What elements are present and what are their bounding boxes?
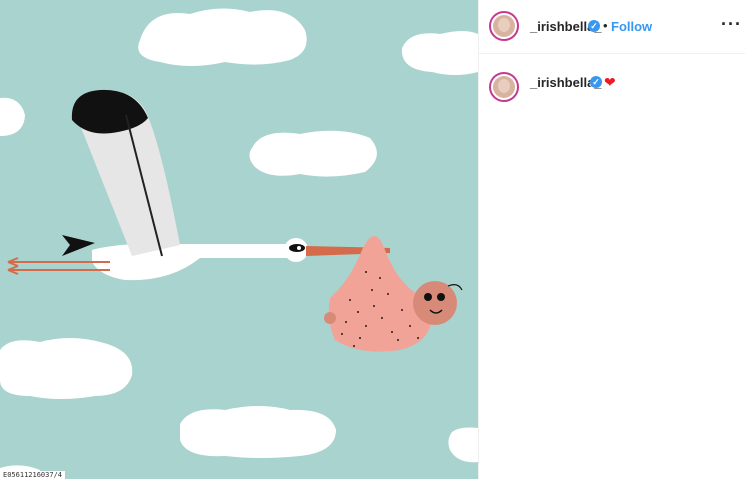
post-image[interactable]: E05611216037/4 [0, 0, 478, 479]
caption-avatar[interactable] [489, 72, 519, 102]
post-header: _irishbella_ ✓ • Follow ··· [479, 0, 745, 54]
post-side-panel: _irishbella_ ✓ • Follow ··· _irishbella_… [479, 0, 745, 479]
heart-emoji-icon: ❤ [604, 74, 616, 90]
separator-dot: • [603, 18, 608, 33]
image-id-label: E05611216037/4 [0, 471, 66, 479]
follow-button[interactable]: Follow [611, 19, 652, 34]
caption-verified-badge-icon: ✓ [590, 76, 602, 88]
more-horizontal-icon[interactable]: ··· [721, 14, 742, 35]
verified-badge-icon: ✓ [588, 20, 600, 32]
caption-avatar-image [493, 76, 515, 98]
avatar[interactable] [489, 11, 519, 41]
avatar-image [493, 15, 515, 37]
stork-illustration [0, 0, 478, 479]
